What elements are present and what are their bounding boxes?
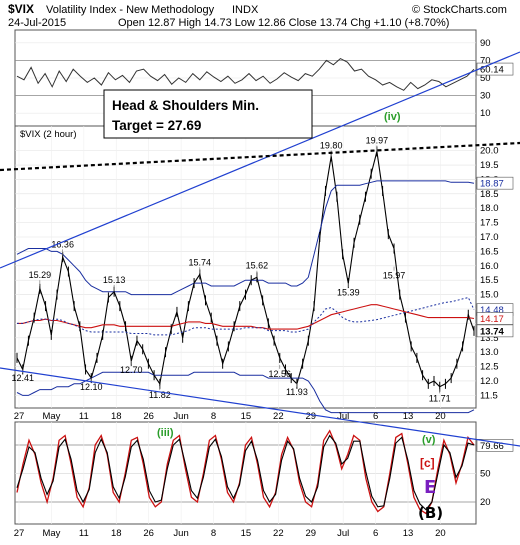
stoch-xtick: Jun <box>173 528 188 539</box>
price-label: 19.97 <box>366 136 389 146</box>
price-label: 11.71 <box>429 393 451 403</box>
price-ytick: 18.0 <box>480 203 499 214</box>
price-label: 12.56 <box>269 369 292 379</box>
wave-label-v: (v) <box>422 434 436 446</box>
price-ytick: 17.0 <box>480 232 499 243</box>
price-ytick: 17.5 <box>480 218 499 229</box>
price-xtick: Jun <box>173 411 188 422</box>
chart-credit: © StockCharts.com <box>412 4 507 16</box>
stoch-xtick: May <box>42 528 60 539</box>
price-xtick: 18 <box>111 411 122 422</box>
stoch-xtick: Jul <box>337 528 349 539</box>
price-xtick: 29 <box>305 411 316 422</box>
chart-name: Volatility Index - New Methodology <box>46 4 215 16</box>
price-xtick: 6 <box>373 411 378 422</box>
price-xtick: 22 <box>273 411 284 422</box>
stoch-ytick: 50 <box>480 469 491 480</box>
wave-label-c: [c] <box>420 456 435 470</box>
price-label: 15.13 <box>103 275 126 285</box>
annotation-line2: Target = 27.69 <box>112 118 201 133</box>
stoch-xtick: 11 <box>79 528 89 539</box>
price-label: 12.41 <box>11 373 34 383</box>
rsi-readout: 60.14 <box>480 65 504 76</box>
price-ytick: 11.5 <box>480 390 498 401</box>
price-ytick: 20.0 <box>480 146 499 157</box>
wave-label-iii: (iii) <box>157 427 174 439</box>
stoch-panel <box>14 421 477 525</box>
rsi-ytick: 30 <box>480 91 491 102</box>
price-label: 15.74 <box>189 257 212 267</box>
stoch-xtick: 20 <box>435 528 446 539</box>
stoch-ytick: 20 <box>480 497 491 508</box>
price-label: 15.39 <box>337 287 360 297</box>
price-xtick: 8 <box>211 411 216 422</box>
stoch-xtick: 15 <box>241 528 252 539</box>
upper-band-readout: 18.87 <box>480 179 504 190</box>
price-xtick: 27 <box>14 411 25 422</box>
stoch-xtick: 13 <box>403 528 414 539</box>
last-price-readout: 13.74 <box>480 326 504 337</box>
price-label: 15.97 <box>383 271 406 281</box>
chart-exchange: INDX <box>232 4 259 16</box>
stoch-xtick: 8 <box>211 528 216 539</box>
stoch-xtick: 6 <box>373 528 378 539</box>
price-xtick: 26 <box>143 411 154 422</box>
wave-label-E: E <box>424 477 436 498</box>
stoch-xtick: 29 <box>305 528 316 539</box>
price-label: 15.29 <box>29 270 52 280</box>
price-label: 19.80 <box>320 140 343 150</box>
annotation-line1: Head & Shoulders Min. <box>112 98 259 113</box>
price-label: 12.70 <box>120 365 143 375</box>
price-label: 12.10 <box>80 382 103 392</box>
price-label: 15.62 <box>246 261 269 271</box>
stoch-xtick: 27 <box>14 528 25 539</box>
price-xtick: 20 <box>435 411 446 422</box>
stoch-xtick: 26 <box>143 528 154 539</box>
price-ytick: 12.0 <box>480 376 499 387</box>
price-ytick: 12.5 <box>480 362 499 373</box>
price-xtick: May <box>42 411 60 422</box>
stoch-xtick: 22 <box>273 528 284 539</box>
stoch-xtick: 18 <box>111 528 122 539</box>
price-ytick: 16.5 <box>480 246 499 257</box>
band-1417-readout: 14.17 <box>480 314 504 325</box>
wave-label-B: (B) <box>418 504 443 522</box>
vix-chart: $VIX Volatility Index - New Methodology … <box>0 2 520 539</box>
chart-ticker: $VIX <box>8 2 34 16</box>
price-ytick: 16.0 <box>480 261 499 272</box>
price-xtick: 13 <box>403 411 414 422</box>
rsi-ytick: 10 <box>480 108 491 119</box>
price-xtick: 15 <box>241 411 252 422</box>
price-xtick: 11 <box>79 411 89 422</box>
price-label: 16.36 <box>51 239 74 249</box>
price-ytick: 13.0 <box>480 347 499 358</box>
chart-ohlc: Open 12.87 High 14.73 Low 12.86 Close 13… <box>118 17 449 29</box>
price-ytick: 19.5 <box>480 160 499 171</box>
wave-label-iv: (iv) <box>384 111 401 123</box>
price-ytick: 15.0 <box>480 290 499 301</box>
chart-date: 24-Jul-2015 <box>8 17 66 29</box>
price-panel-title: $VIX (2 hour) <box>20 129 77 140</box>
price-ytick: 18.5 <box>480 189 499 200</box>
price-label: 11.93 <box>286 387 308 397</box>
rsi-ytick: 90 <box>480 38 491 49</box>
price-ytick: 15.5 <box>480 275 499 286</box>
